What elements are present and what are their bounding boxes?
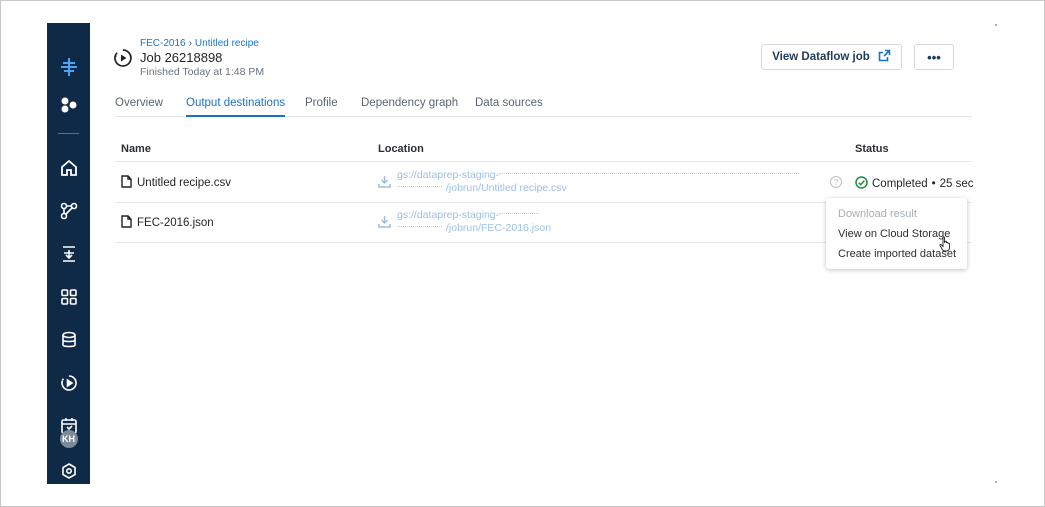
location-path-line1: gs://dataprep-staging-: [397, 169, 800, 182]
menu-item-download-result: Download result: [838, 208, 917, 220]
redacted-path: [499, 213, 540, 217]
table-row: Untitled recipe.csv: [121, 175, 231, 191]
tab-output-destinations[interactable]: Output destinations: [186, 97, 286, 117]
view-dataflow-job-button[interactable]: View Dataflow job: [761, 44, 902, 70]
recipe-icon[interactable]: [47, 240, 90, 268]
redacted-path: [397, 186, 442, 190]
avatar[interactable]: KH: [47, 425, 90, 453]
sidebar: KH: [47, 23, 90, 484]
status-badge: Completed • 25 sec: [855, 176, 974, 192]
tab-dependency-graph[interactable]: Dependency graph: [361, 97, 458, 117]
chevron-right-icon: ›: [188, 38, 192, 49]
redacted-path: [397, 226, 442, 230]
download-icon: [378, 215, 391, 235]
home-icon[interactable]: [47, 154, 90, 182]
flow-icon[interactable]: [47, 197, 90, 225]
output-file-name: FEC-2016.json: [137, 217, 214, 229]
sidebar-divider: [58, 133, 79, 134]
settings-icon[interactable]: [47, 457, 90, 485]
tab-profile[interactable]: Profile: [305, 97, 338, 117]
external-link-icon: [878, 49, 891, 65]
avatar-initials: KH: [59, 430, 78, 448]
scroll-mark: [995, 481, 997, 483]
column-header-location: Location: [378, 143, 424, 155]
more-icon: •••: [927, 49, 941, 65]
file-icon: [121, 175, 132, 191]
check-circle-icon: [855, 176, 868, 192]
apps-icon[interactable]: [47, 283, 90, 311]
page-title: Job 26218898: [140, 50, 223, 65]
column-header-status: Status: [855, 143, 889, 155]
dataprep-logo-icon[interactable]: [47, 53, 90, 81]
download-icon: [378, 175, 391, 195]
header-divider: [115, 161, 972, 162]
output-actions-menu: Download result View on Cloud Storage Cr…: [826, 198, 967, 269]
tab-data-sources[interactable]: Data sources: [475, 97, 543, 117]
output-file-name: Untitled recipe.csv: [137, 177, 231, 189]
view-dataflow-job-label: View Dataflow job: [772, 51, 870, 63]
hand-cursor-icon: [939, 236, 953, 257]
scroll-mark: [995, 24, 997, 26]
location-path-line1: gs://dataprep-staging-: [397, 209, 551, 222]
breadcrumb-recipe-link[interactable]: Untitled recipe: [195, 38, 259, 49]
column-header-name: Name: [121, 143, 151, 155]
database-icon[interactable]: [47, 326, 90, 354]
job-run-icon: [113, 48, 133, 73]
jobs-icon[interactable]: [47, 369, 90, 397]
table-row: FEC-2016.json: [121, 215, 214, 231]
location-path-line2: /jobrun/FEC-2016.json: [397, 222, 551, 235]
tab-bar: Overview Output destinations Profile Dep…: [115, 97, 972, 117]
help-icon[interactable]: ?: [830, 176, 842, 188]
file-icon: [121, 215, 132, 231]
job-finished-time: Finished Today at 1:48 PM: [140, 66, 265, 78]
redacted-path: [499, 173, 800, 177]
location-path-line2: /jobrun/Untitled recipe.csv: [397, 182, 799, 195]
status-separator: •: [931, 178, 936, 190]
status-text: Completed: [872, 178, 928, 190]
breadcrumb-flow-link[interactable]: FEC-2016: [140, 38, 186, 49]
output-location-link[interactable]: gs://dataprep-staging- /jobrun/Untitled …: [378, 169, 800, 195]
tab-overview[interactable]: Overview: [115, 97, 163, 117]
breadcrumb: FEC-2016 › Untitled recipe: [140, 38, 259, 49]
flows-icon[interactable]: [47, 91, 90, 119]
more-actions-button[interactable]: •••: [914, 44, 954, 70]
job-duration: 25 sec: [939, 178, 974, 190]
output-location-link[interactable]: gs://dataprep-staging- /jobrun/FEC-2016.…: [378, 209, 551, 235]
